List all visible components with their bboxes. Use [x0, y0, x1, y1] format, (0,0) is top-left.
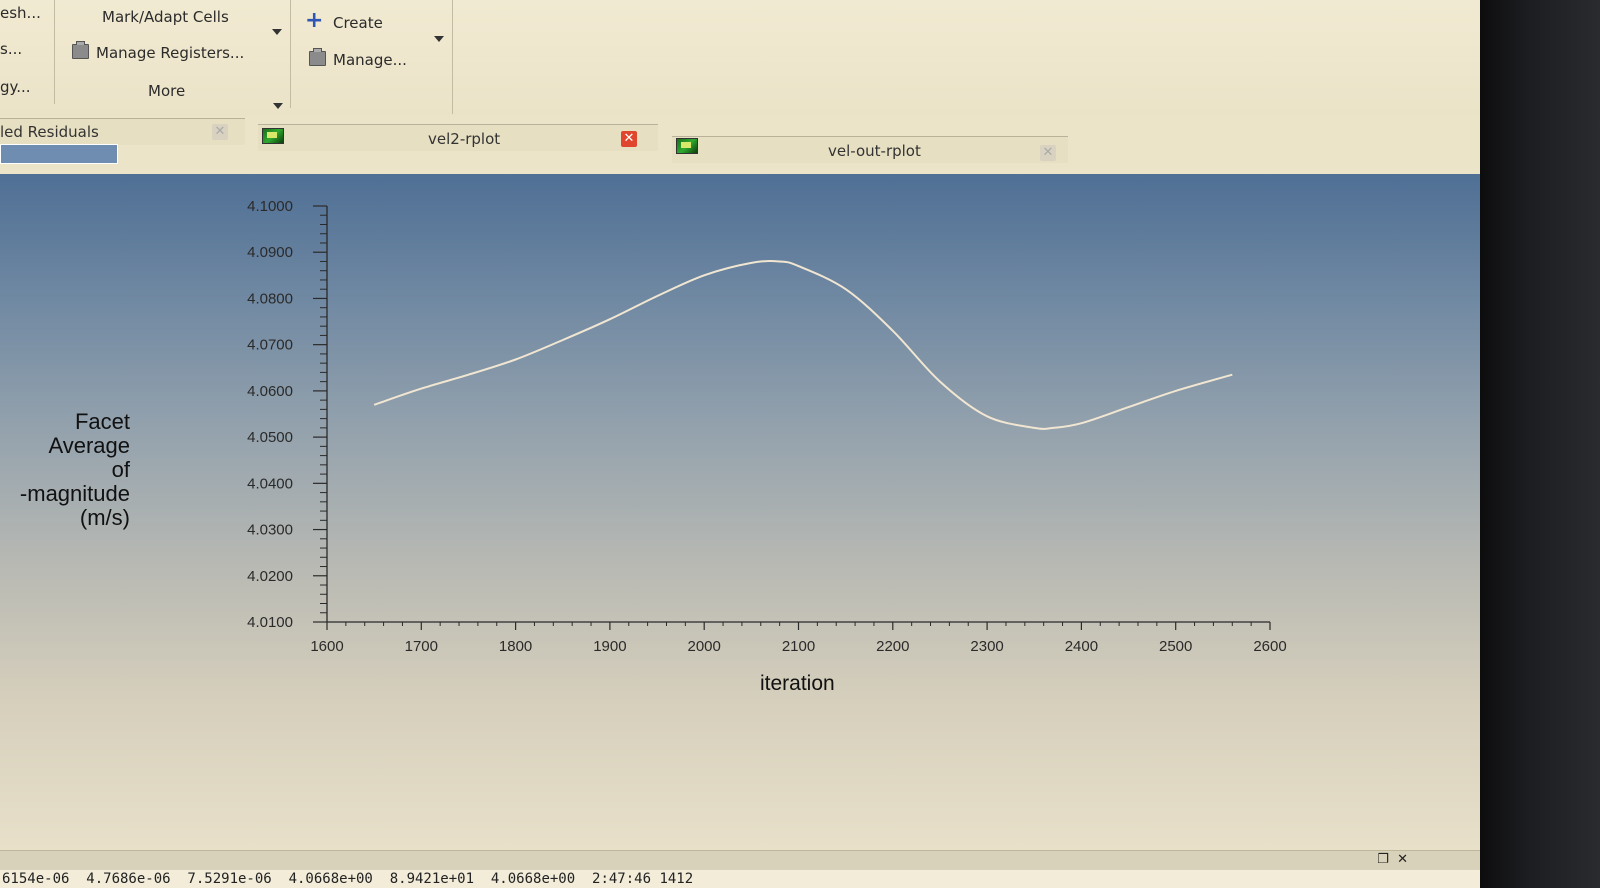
x-tick-label: 2300: [970, 638, 1003, 655]
data-series-line: [373, 260, 1233, 430]
x-axis-label: iteration: [760, 672, 835, 695]
x-tick-label: 2100: [782, 638, 815, 655]
y-axis-label-line: Facet: [74, 409, 130, 434]
console-output-line: 6154e-06 4.7686e-06 7.5291e-06 4.0668e+0…: [2, 871, 694, 887]
y-axis-label-line: -magnitude: [19, 481, 130, 506]
console-window-buttons: ❐ ✕: [1377, 852, 1408, 867]
y-axis-label-line: Average: [48, 433, 130, 458]
y-tick-label: 4.0200: [247, 568, 293, 585]
xy-plot: 4.0100 4.0200 4.0300 4.0400 4.0500 4.0600 4.07…: [247, 198, 1287, 655]
y-axis-label: Facet Average of -magnitude (m/s): [0, 410, 130, 530]
x-tick-label: 1700: [405, 638, 438, 655]
y-tick-label: 4.0500: [247, 429, 293, 446]
x-tick-label: 2400: [1065, 638, 1098, 655]
restore-icon[interactable]: ❐: [1377, 852, 1389, 867]
x-tick-label: 2600: [1253, 638, 1286, 655]
x-tick-label: 2000: [688, 638, 721, 655]
x-tick-label: 2500: [1159, 638, 1192, 655]
fluent-window: esh... s... gy... Mark/Adapt Cells Manag…: [0, 0, 1480, 888]
console-title-bar: [0, 850, 1480, 871]
y-tick-label: 4.0600: [247, 383, 293, 400]
y-tick-label: 4.0700: [247, 337, 293, 354]
y-tick-label: 4.0100: [247, 614, 293, 631]
y-axis-label-line: of: [111, 457, 130, 482]
y-tick-label: 4.1000: [247, 198, 293, 215]
y-tick-label: 4.0900: [247, 244, 293, 261]
y-tick-label: 4.0400: [247, 475, 293, 492]
x-tick-label: 1800: [499, 638, 532, 655]
x-tick-label: 1900: [593, 638, 626, 655]
close-icon[interactable]: ✕: [1397, 852, 1408, 867]
monitor-bezel: [1478, 0, 1600, 888]
y-axis-label-line: (m/s): [79, 505, 130, 530]
y-tick-label: 4.0800: [247, 290, 293, 307]
x-tick-label: 2200: [876, 638, 909, 655]
y-tick-label: 4.0300: [247, 522, 293, 539]
x-tick-label: 1600: [310, 638, 343, 655]
